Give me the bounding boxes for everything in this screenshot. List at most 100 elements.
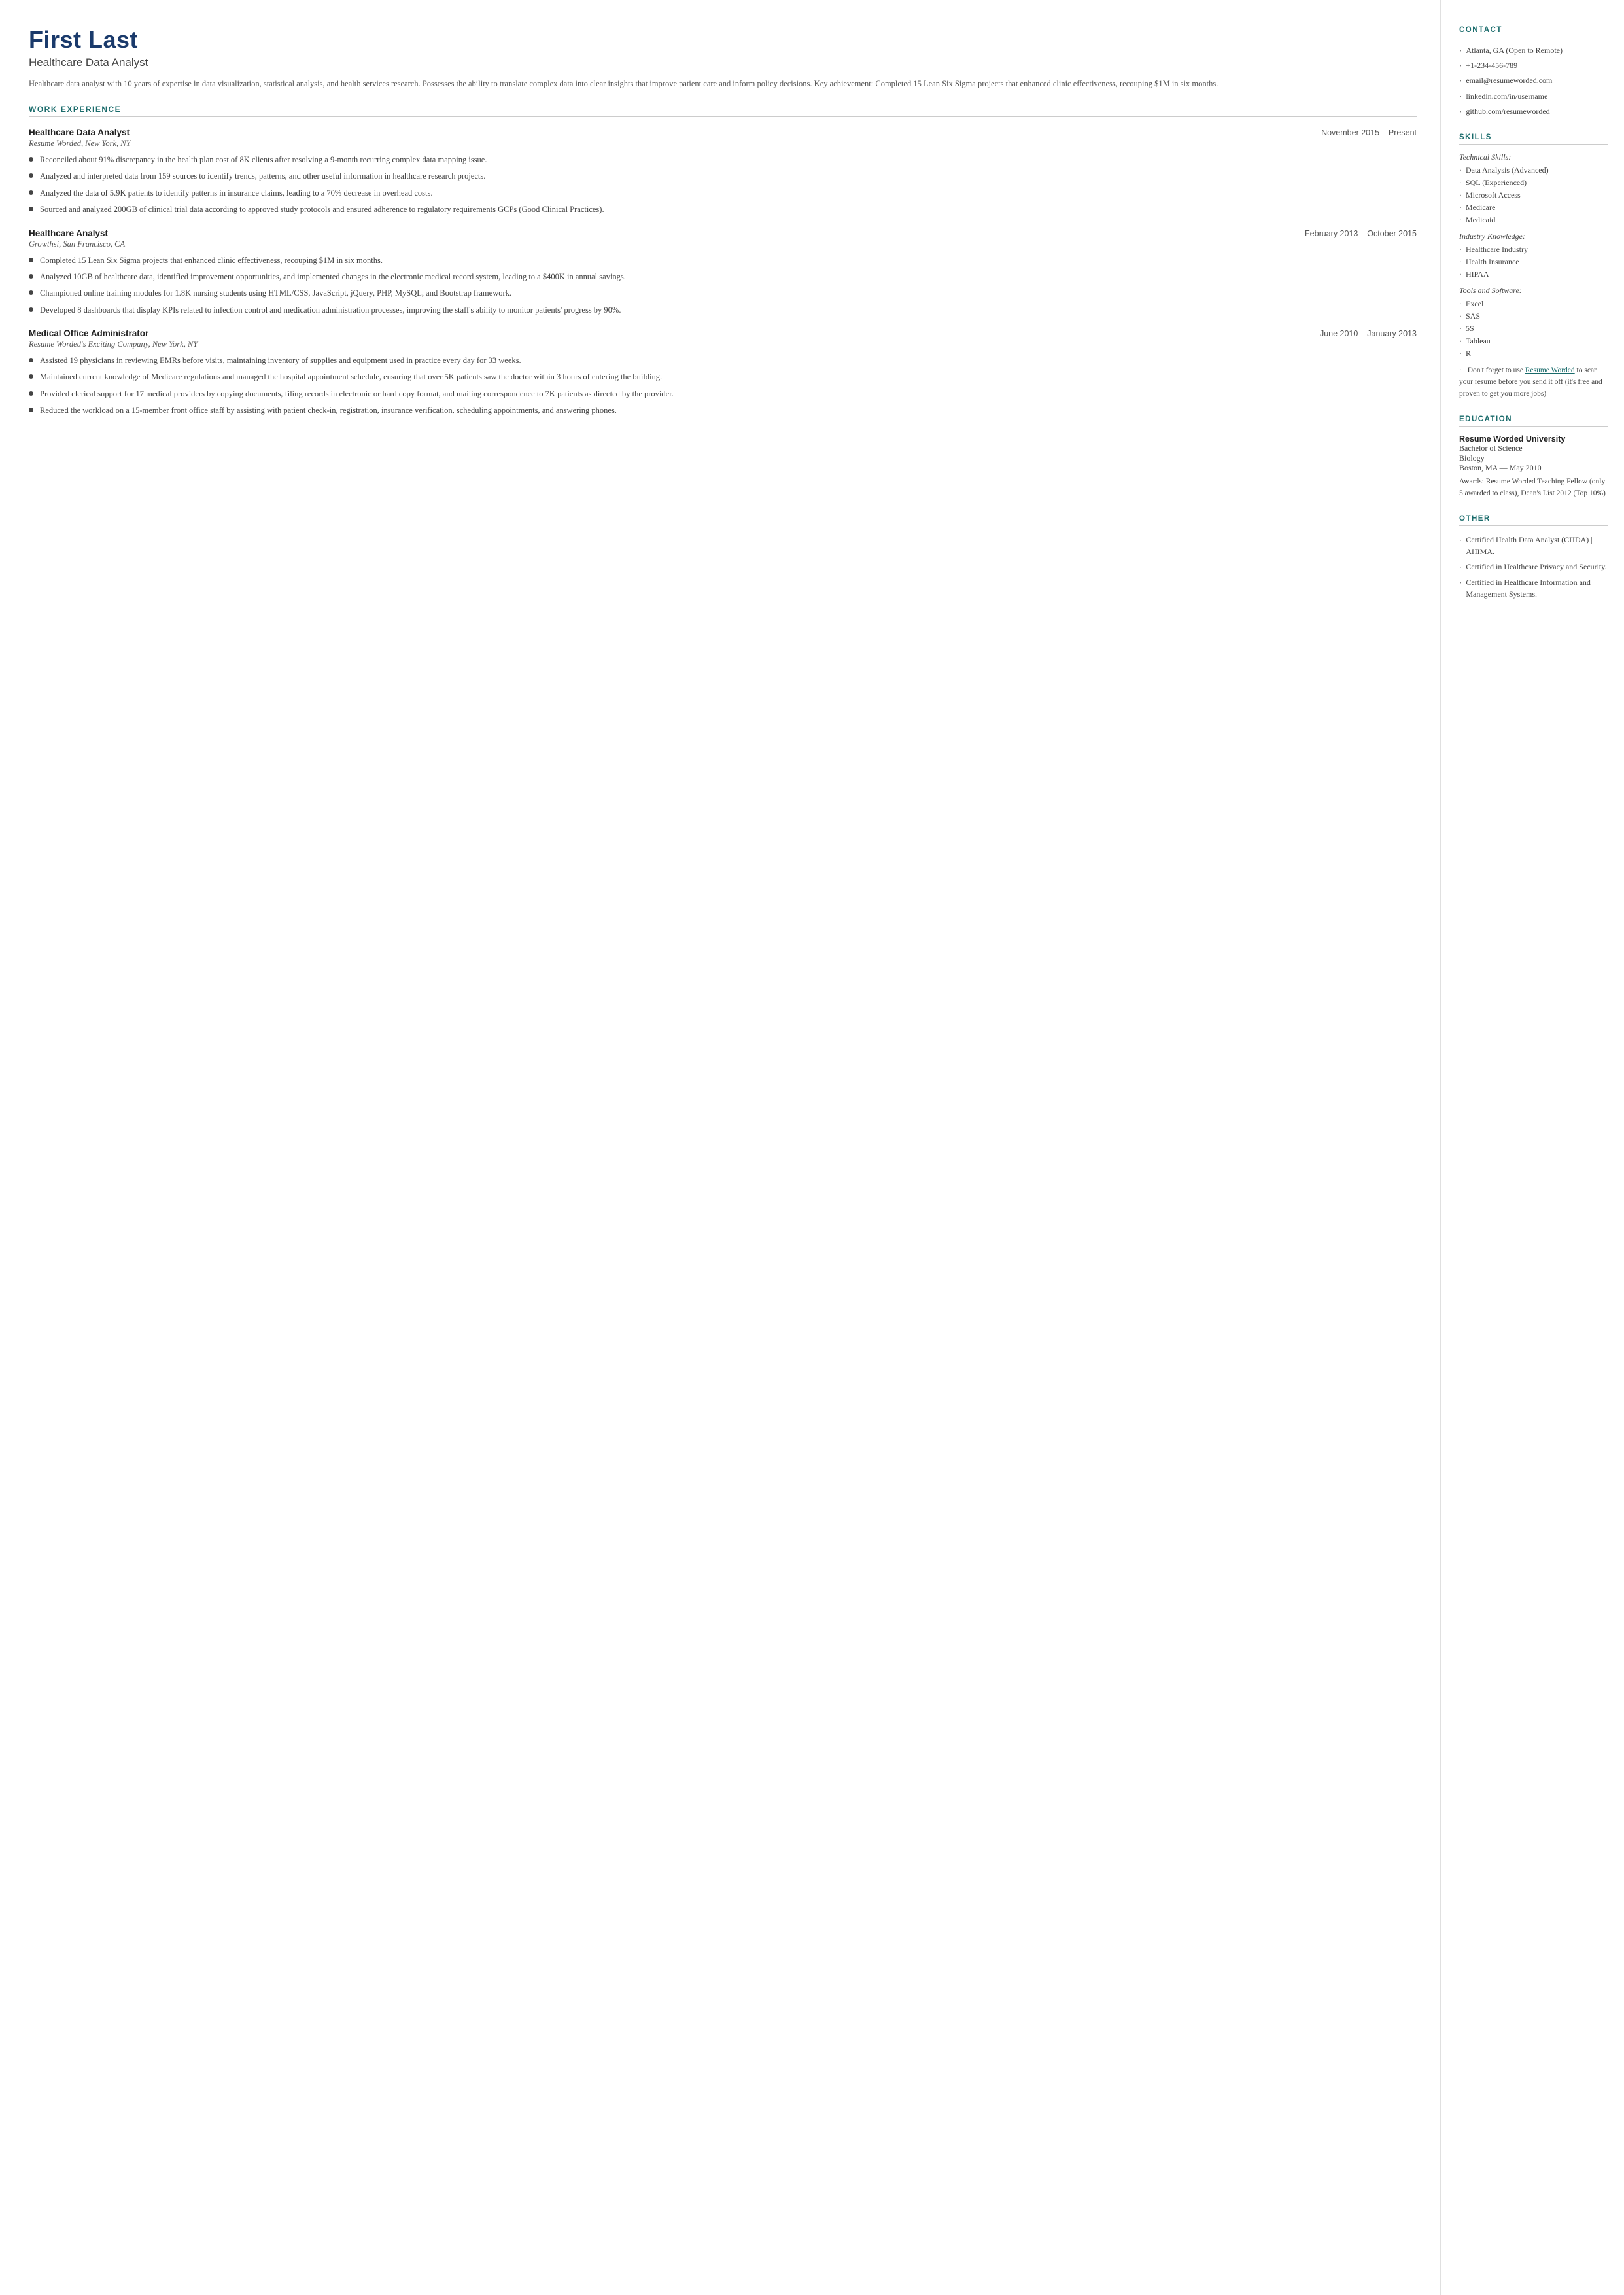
tools-skills-label: Tools and Software: <box>1459 286 1608 296</box>
edu-location: Boston, MA — May 2010 <box>1459 463 1608 473</box>
bullet-icon: · <box>1459 106 1462 118</box>
bullet-dot <box>29 290 33 295</box>
list-item: Analyzed 10GB of healthcare data, identi… <box>29 271 1417 283</box>
skill-r: ·R <box>1459 349 1608 359</box>
bullet-icon: · <box>1459 299 1462 309</box>
job-1-header: Healthcare Data Analyst November 2015 – … <box>29 128 1417 137</box>
bullet-icon: · <box>1459 534 1462 547</box>
side-column: CONTACT · Atlanta, GA (Open to Remote) ·… <box>1441 0 1624 2295</box>
other-cert-3: · Certified in Healthcare Information an… <box>1459 576 1608 600</box>
skills-section-title: SKILLS <box>1459 133 1608 145</box>
skill-healthcare-industry: ·Healthcare Industry <box>1459 245 1608 254</box>
other-section-title: OTHER <box>1459 515 1608 526</box>
skill-sas: ·SAS <box>1459 311 1608 321</box>
skills-section: SKILLS Technical Skills: ·Data Analysis … <box>1459 133 1608 400</box>
job-3-company: Resume Worded's Exciting Company, New Yo… <box>29 340 1417 349</box>
bullet-dot <box>29 374 33 379</box>
list-item: Reduced the workload on a 15-member fron… <box>29 404 1417 417</box>
job-3-title: Medical Office Administrator <box>29 328 148 338</box>
job-2-header: Healthcare Analyst February 2013 – Octob… <box>29 228 1417 238</box>
job-1-dates: November 2015 – Present <box>1321 128 1417 137</box>
job-2-title: Healthcare Analyst <box>29 228 108 238</box>
list-item: Completed 15 Lean Six Sigma projects tha… <box>29 254 1417 267</box>
bullet-icon: · <box>1459 190 1462 200</box>
skill-medicare: ·Medicare <box>1459 203 1608 213</box>
skill-health-insurance: ·Health Insurance <box>1459 257 1608 267</box>
list-item: Analyzed the data of 5.9K patients to id… <box>29 187 1417 200</box>
list-item: Assisted 19 physicians in reviewing EMRs… <box>29 355 1417 367</box>
list-item: Championed online training modules for 1… <box>29 287 1417 300</box>
bullet-dot <box>29 391 33 396</box>
contact-linkedin: · linkedin.com/in/username <box>1459 91 1608 103</box>
contact-location: · Atlanta, GA (Open to Remote) <box>1459 45 1608 57</box>
other-cert-1: · Certified Health Data Analyst (CHDA) |… <box>1459 534 1608 557</box>
candidate-title: Healthcare Data Analyst <box>29 56 1417 69</box>
contact-email: · email@resumeworded.com <box>1459 75 1608 87</box>
list-item: Maintained current knowledge of Medicare… <box>29 371 1417 383</box>
contact-section: CONTACT · Atlanta, GA (Open to Remote) ·… <box>1459 26 1608 118</box>
other-section: OTHER · Certified Health Data Analyst (C… <box>1459 515 1608 601</box>
technical-skills-label: Technical Skills: <box>1459 152 1608 162</box>
bullet-icon: · <box>1459 336 1462 346</box>
bullet-icon: · <box>1459 245 1462 254</box>
bullet-icon: · <box>1459 257 1462 267</box>
job-3: Medical Office Administrator June 2010 –… <box>29 328 1417 417</box>
list-item: Reconciled about 91% discrepancy in the … <box>29 154 1417 166</box>
edu-field: Biology <box>1459 453 1608 463</box>
list-item: Developed 8 dashboards that display KPIs… <box>29 304 1417 317</box>
edu-degree: Bachelor of Science <box>1459 444 1608 453</box>
resume-worded-link[interactable]: Resume Worded <box>1525 366 1575 374</box>
contact-phone: · +1-234-456-789 <box>1459 60 1608 72</box>
bullet-dot <box>29 307 33 312</box>
bullet-dot <box>29 190 33 195</box>
job-2-company: Growthsi, San Francisco, CA <box>29 239 1417 249</box>
edu-school: Resume Worded University <box>1459 434 1608 444</box>
skill-ms-access: ·Microsoft Access <box>1459 190 1608 200</box>
skill-excel: ·Excel <box>1459 299 1608 309</box>
job-3-bullets: Assisted 19 physicians in reviewing EMRs… <box>29 355 1417 417</box>
skill-data-analysis: ·Data Analysis (Advanced) <box>1459 166 1608 175</box>
bullet-dot <box>29 173 33 178</box>
bullet-dot <box>29 207 33 211</box>
edu-awards: Awards: Resume Worded Teaching Fellow (o… <box>1459 476 1608 499</box>
bullet-icon: · <box>1459 215 1462 225</box>
job-1-company: Resume Worded, New York, NY <box>29 139 1417 149</box>
bullet-icon: · <box>1459 178 1462 188</box>
job-2: Healthcare Analyst February 2013 – Octob… <box>29 228 1417 317</box>
candidate-name: First Last <box>29 26 1417 54</box>
skills-note: · Don't forget to use Resume Worded to s… <box>1459 365 1608 400</box>
job-1-bullets: Reconciled about 91% discrepancy in the … <box>29 154 1417 217</box>
bullet-icon: · <box>1459 366 1462 374</box>
bullet-icon: · <box>1459 203 1462 213</box>
skill-medicaid: ·Medicaid <box>1459 215 1608 225</box>
job-1: Healthcare Data Analyst November 2015 – … <box>29 128 1417 217</box>
list-item: Provided clerical support for 17 medical… <box>29 388 1417 400</box>
job-3-dates: June 2010 – January 2013 <box>1320 329 1417 338</box>
job-2-bullets: Completed 15 Lean Six Sigma projects tha… <box>29 254 1417 317</box>
list-item: Analyzed and interpreted data from 159 s… <box>29 170 1417 183</box>
bullet-icon: · <box>1459 576 1462 589</box>
education-section-title: EDUCATION <box>1459 415 1608 427</box>
job-1-title: Healthcare Data Analyst <box>29 128 130 137</box>
other-cert-2: · Certified in Healthcare Privacy and Se… <box>1459 561 1608 574</box>
job-3-header: Medical Office Administrator June 2010 –… <box>29 328 1417 338</box>
skill-5s: ·5S <box>1459 324 1608 334</box>
education-section: EDUCATION Resume Worded University Bache… <box>1459 415 1608 499</box>
bullet-icon: · <box>1459 561 1462 574</box>
bullet-icon: · <box>1459 91 1462 103</box>
bullet-dot <box>29 358 33 362</box>
main-column: First Last Healthcare Data Analyst Healt… <box>0 0 1441 2295</box>
skill-tableau: ·Tableau <box>1459 336 1608 346</box>
skill-hipaa: ·HIPAA <box>1459 270 1608 279</box>
contact-section-title: CONTACT <box>1459 26 1608 37</box>
list-item: Sourced and analyzed 200GB of clinical t… <box>29 203 1417 216</box>
bullet-icon: · <box>1459 166 1462 175</box>
contact-github: · github.com/resumeworded <box>1459 106 1608 118</box>
bullet-icon: · <box>1459 349 1462 359</box>
bullet-icon: · <box>1459 45 1462 57</box>
work-experience-section-title: WORK EXPERIENCE <box>29 105 1417 117</box>
bullet-dot <box>29 408 33 412</box>
bullet-icon: · <box>1459 270 1462 279</box>
bullet-dot <box>29 274 33 279</box>
bullet-icon: · <box>1459 60 1462 72</box>
